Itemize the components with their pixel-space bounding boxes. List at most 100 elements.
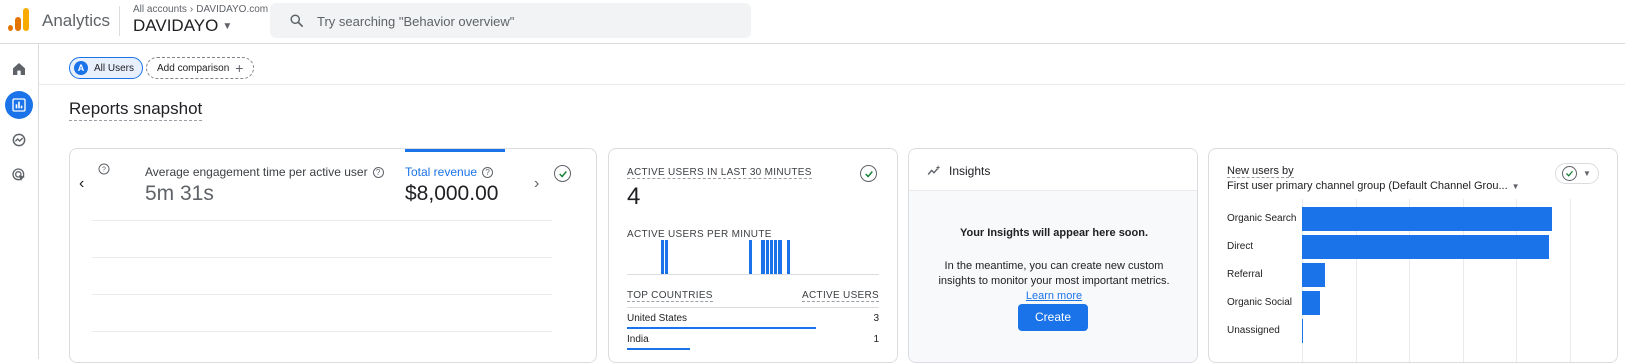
country-row[interactable]: India 1 [627, 334, 879, 350]
category-label: Organic Social [1227, 297, 1293, 308]
new-users-bar-chart: Organic Search Direct Referral Organic Soci… [1209, 199, 1617, 362]
chart-gridline [92, 294, 552, 295]
account-picker[interactable]: DAVIDAYO ▼ [133, 16, 232, 36]
chevron-left-icon[interactable]: ‹ [79, 175, 84, 193]
category-label: Organic Search [1227, 213, 1297, 224]
minute-bar[interactable] [660, 240, 664, 274]
nav-home[interactable] [5, 55, 33, 83]
country-name: United States [627, 313, 688, 324]
comparison-bar: A All Users Add comparison + [39, 44, 1625, 85]
caret-down-icon: ▼ [222, 21, 233, 33]
dimension-label: First user primary channel group (Defaul… [1227, 180, 1508, 192]
metric-engagement-label-text: Average engagement time per active user [145, 165, 368, 179]
chart-gridline [92, 331, 552, 332]
side-nav [0, 44, 39, 359]
selected-tab-indicator [405, 149, 505, 152]
insights-desc-text: In the meantime, you can create new cust… [938, 260, 1170, 287]
target-cursor-icon [12, 168, 25, 181]
metric-revenue-label[interactable]: Total revenue? [405, 165, 494, 179]
insights-header: Insights [909, 149, 1197, 191]
check-circle-icon [1562, 166, 1577, 181]
channel-bar[interactable] [1302, 263, 1325, 287]
insights-body: Your Insights will appear here soon. In … [909, 191, 1197, 362]
segment-chip-all-users[interactable]: A All Users [69, 57, 144, 79]
nav-advertising[interactable] [5, 161, 33, 189]
category-label: Unassigned [1227, 325, 1280, 336]
home-icon [13, 63, 25, 75]
chart-gridline [92, 257, 552, 258]
channel-bar[interactable] [1302, 235, 1549, 259]
active-users-header: ACTIVE USERS [802, 290, 879, 302]
account-name: DAVIDAYO [133, 16, 219, 35]
realtime-card: ACTIVE USERS IN LAST 30 MINUTES 4 ACTIVE… [608, 148, 898, 363]
add-comparison-label: Add comparison [157, 62, 230, 74]
divider [627, 307, 879, 308]
plus-icon: + [235, 60, 244, 76]
insights-sparkle-icon [927, 165, 941, 175]
divider [119, 6, 120, 36]
app-name: Analytics [42, 11, 111, 30]
account-breadcrumb[interactable]: All accounts › DAVIDAYO.com [133, 4, 268, 15]
channel-bar[interactable] [1302, 291, 1321, 315]
minute-bar[interactable] [774, 240, 778, 274]
nav-reports[interactable] [5, 91, 33, 119]
minute-bar[interactable] [778, 240, 782, 274]
add-comparison-button[interactable]: Add comparison + [146, 57, 255, 79]
check-circle-icon[interactable] [860, 165, 877, 182]
chevron-right-icon: › [189, 4, 194, 15]
per-minute-chart [627, 240, 879, 275]
category-label: Direct [1227, 241, 1254, 252]
country-share-bar [627, 327, 816, 329]
minute-bar[interactable] [761, 240, 765, 274]
new-users-title: New users by [1227, 165, 1294, 178]
nav-explore[interactable] [5, 126, 33, 154]
minute-bar[interactable] [748, 240, 753, 274]
insights-main-text: Your Insights will appear here soon. [959, 227, 1149, 239]
explore-icon [12, 133, 26, 147]
per-minute-label: ACTIVE USERS PER MINUTE [627, 229, 772, 240]
country-row[interactable]: United States 3 [627, 313, 879, 329]
page-title: Reports snapshot [69, 99, 203, 121]
country-share-bar [627, 348, 690, 350]
search-box[interactable] [270, 3, 751, 38]
minute-bar[interactable] [769, 240, 774, 274]
insights-description: In the meantime, you can create new cust… [927, 259, 1181, 304]
breadcrumb-root: All accounts [133, 4, 187, 15]
bar-chart-icon [12, 98, 26, 112]
help-icon[interactable]: ? [372, 167, 384, 179]
learn-more-link[interactable]: Learn more [1026, 290, 1082, 302]
segment-avatar: A [74, 61, 88, 75]
minute-bar[interactable] [664, 240, 669, 274]
caret-down-icon: ▼ [1583, 169, 1591, 178]
check-circle-icon[interactable] [554, 165, 571, 182]
search-icon [290, 14, 303, 27]
country-name: India [627, 334, 649, 345]
top-countries-header: TOP COUNTRIES ACTIVE USERS [627, 290, 879, 302]
help-icon[interactable]: ? [482, 167, 494, 179]
realtime-value: 4 [627, 183, 641, 210]
engagement-card: ? ‹ Average engagement time per active u… [69, 148, 597, 363]
minute-bar[interactable] [765, 240, 769, 274]
help-icon[interactable]: ? [98, 163, 110, 175]
chart-gridline [1570, 199, 1571, 362]
search-input[interactable] [317, 10, 737, 32]
metric-engagement-value: 5m 31s [145, 182, 214, 205]
chevron-right-icon[interactable]: › [534, 175, 539, 193]
realtime-title: ACTIVE USERS IN LAST 30 MINUTES [627, 167, 812, 179]
caret-down-icon: ▼ [1511, 182, 1520, 191]
create-button[interactable]: Create [1018, 304, 1088, 331]
minute-bar[interactable] [786, 240, 790, 274]
breadcrumb-property: DAVIDAYO.com [196, 4, 269, 15]
metric-engagement-label[interactable]: Average engagement time per active user? [145, 165, 384, 179]
channel-bar[interactable] [1302, 207, 1552, 231]
segment-label: All Users [94, 62, 135, 74]
card-options-dropdown[interactable]: ▼ [1555, 163, 1599, 184]
dimension-picker[interactable]: First user primary channel group (Defaul… [1227, 180, 1520, 192]
analytics-logo-icon[interactable] [8, 7, 30, 31]
countries-header: TOP COUNTRIES [627, 290, 713, 302]
svg-text:?: ? [102, 167, 106, 174]
insights-title: Insights [949, 164, 991, 178]
category-label: Referral [1227, 269, 1263, 280]
channel-bar[interactable] [1302, 319, 1304, 343]
metric-revenue-value: $8,000.00 [405, 182, 499, 205]
